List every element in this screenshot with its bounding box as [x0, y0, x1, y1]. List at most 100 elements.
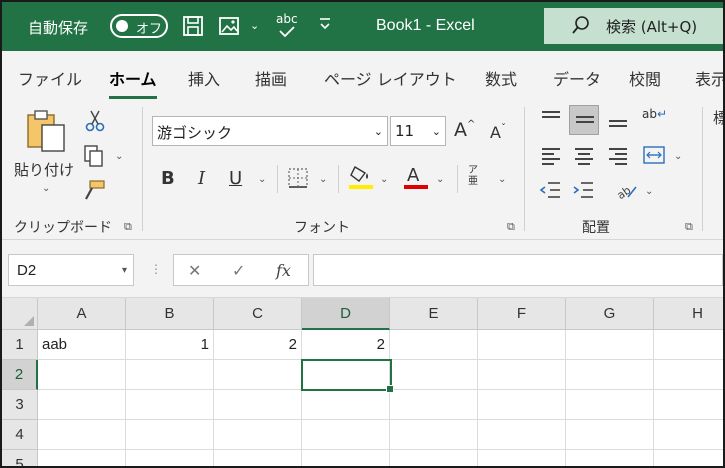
paste-button[interactable] [24, 109, 70, 159]
number-format-select-partial[interactable]: 標 [713, 107, 723, 128]
cell-c2[interactable] [214, 360, 302, 390]
cell-h4[interactable] [654, 420, 723, 450]
tab-home[interactable]: ホーム [109, 66, 157, 99]
tab-insert[interactable]: 挿入 [188, 66, 220, 90]
font-name-select[interactable]: 游ゴシック ⌄ [152, 116, 388, 146]
cell-a4[interactable] [38, 420, 126, 450]
tab-draw[interactable]: 描画 [255, 66, 287, 90]
enter-icon[interactable]: ✓ [232, 261, 245, 280]
cell-d4[interactable] [302, 420, 390, 450]
cell-g5[interactable] [566, 450, 654, 466]
name-box[interactable]: D2 ▾ [8, 254, 134, 286]
underline-dropdown-icon[interactable]: ⌄ [258, 174, 266, 185]
cell-f2[interactable] [478, 360, 566, 390]
cell-e4[interactable] [390, 420, 478, 450]
borders-icon[interactable] [287, 167, 309, 193]
format-painter-icon[interactable] [82, 179, 106, 205]
merge-dropdown-icon[interactable]: ⌄ [674, 151, 682, 162]
cell-d1[interactable]: 2 [302, 330, 390, 360]
align-center-button[interactable] [569, 140, 599, 170]
cell-h3[interactable] [654, 390, 723, 420]
clipboard-launcher-icon[interactable]: ⧉ [124, 220, 132, 234]
cell-d3[interactable] [302, 390, 390, 420]
row-header-selected[interactable]: 2 [2, 360, 38, 390]
cell-g2[interactable] [566, 360, 654, 390]
cell-a1[interactable]: aab [38, 330, 126, 360]
row-header[interactable]: 1 [2, 330, 38, 360]
font-color-button[interactable]: A [407, 165, 419, 186]
phonetic-dropdown-icon[interactable]: ⌄ [498, 174, 506, 185]
cell-f1[interactable] [478, 330, 566, 360]
orientation-dropdown-icon[interactable]: ⌄ [645, 186, 653, 197]
cell-e2[interactable] [390, 360, 478, 390]
chevron-down-icon[interactable]: ⌄ [250, 19, 259, 32]
wrap-text-icon[interactable]: ab↵ [642, 107, 667, 121]
cell-a3[interactable] [38, 390, 126, 420]
cell-h5[interactable] [654, 450, 723, 466]
column-header[interactable]: G [566, 298, 654, 330]
copy-dropdown-icon[interactable]: ⌄ [115, 151, 123, 162]
formula-input[interactable] [313, 254, 723, 286]
cell-b5[interactable] [126, 450, 214, 466]
tab-page-layout[interactable]: ページ レイアウト [324, 66, 457, 90]
tab-file[interactable]: ファイル [18, 66, 82, 90]
active-cell-outline[interactable] [301, 359, 394, 393]
cell-e5[interactable] [390, 450, 478, 466]
cell-f4[interactable] [478, 420, 566, 450]
align-top-button[interactable] [536, 105, 566, 135]
column-header[interactable]: B [126, 298, 214, 330]
cell-f3[interactable] [478, 390, 566, 420]
orientation-icon[interactable]: ab [614, 179, 640, 205]
cell-g1[interactable] [566, 330, 654, 360]
spelling-icon[interactable]: abc [276, 12, 298, 38]
cell-c3[interactable] [214, 390, 302, 420]
tab-data[interactable]: データ [553, 66, 601, 90]
phonetic-guide-button[interactable]: ア亜 [468, 165, 484, 187]
bold-button[interactable]: B [161, 168, 175, 189]
cell-e1[interactable] [390, 330, 478, 360]
align-bottom-button[interactable] [603, 105, 633, 135]
cell-f5[interactable] [478, 450, 566, 466]
align-middle-button[interactable] [569, 105, 599, 135]
column-header[interactable]: F [478, 298, 566, 330]
column-header[interactable]: A [38, 298, 126, 330]
increase-indent-icon[interactable] [571, 179, 595, 205]
tab-view[interactable]: 表示 [695, 66, 723, 90]
save-icon[interactable] [182, 15, 204, 41]
cell-e3[interactable] [390, 390, 478, 420]
autosave-toggle[interactable]: オフ [110, 14, 168, 38]
cell-h1[interactable] [654, 330, 723, 360]
merge-center-icon[interactable] [642, 144, 666, 170]
font-launcher-icon[interactable]: ⧉ [507, 220, 515, 234]
cell-c1[interactable]: 2 [214, 330, 302, 360]
insert-function-button[interactable]: fx [276, 261, 291, 280]
decrease-indent-icon[interactable] [538, 179, 562, 205]
fill-color-dropdown-icon[interactable]: ⌄ [380, 174, 388, 185]
column-header[interactable]: C [214, 298, 302, 330]
picture-icon[interactable] [218, 15, 242, 41]
cell-b3[interactable] [126, 390, 214, 420]
cell-d5[interactable] [302, 450, 390, 466]
row-header[interactable]: 3 [2, 390, 38, 420]
copy-icon[interactable] [82, 144, 106, 172]
cell-c4[interactable] [214, 420, 302, 450]
cancel-icon[interactable]: ✕ [188, 261, 201, 280]
column-header[interactable]: E [390, 298, 478, 330]
cell-h2[interactable] [654, 360, 723, 390]
cell-b1[interactable]: 1 [126, 330, 214, 360]
font-color-dropdown-icon[interactable]: ⌄ [436, 174, 444, 185]
tab-formulas[interactable]: 数式 [485, 66, 517, 90]
customize-icon[interactable] [318, 16, 332, 36]
cell-b4[interactable] [126, 420, 214, 450]
align-right-button[interactable] [603, 140, 633, 170]
cell-g3[interactable] [566, 390, 654, 420]
underline-button[interactable]: U [229, 168, 242, 189]
row-header[interactable]: 4 [2, 420, 38, 450]
cell-a2[interactable] [38, 360, 126, 390]
search-box[interactable]: 検索 (Alt+Q) [544, 8, 723, 44]
cell-b2[interactable] [126, 360, 214, 390]
grow-font-button[interactable]: A^ [454, 119, 475, 141]
borders-dropdown-icon[interactable]: ⌄ [319, 174, 327, 185]
paste-dropdown-icon[interactable]: ⌄ [42, 183, 50, 194]
alignment-launcher-icon[interactable]: ⧉ [685, 220, 693, 234]
